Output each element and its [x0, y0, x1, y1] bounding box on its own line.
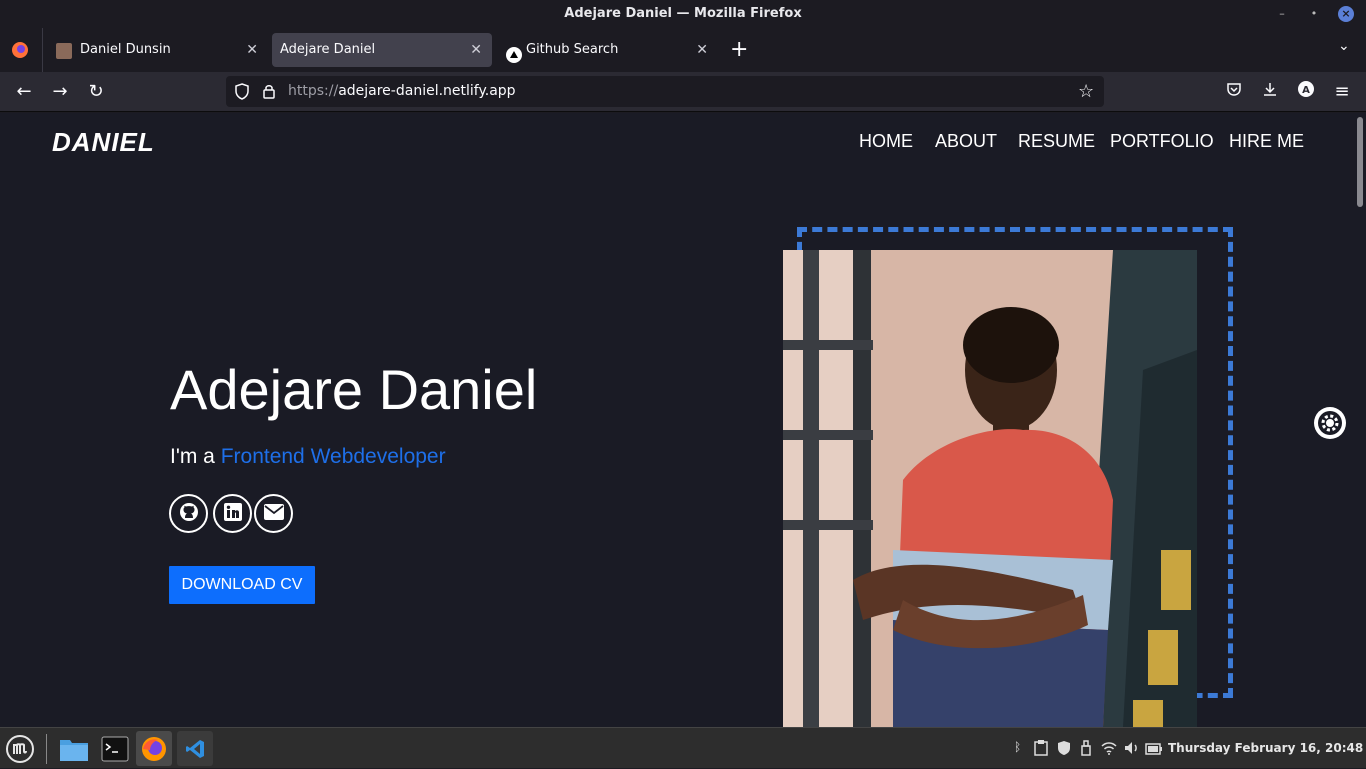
new-tab-plus-icon[interactable]: + — [730, 38, 748, 62]
update-shield-icon[interactable] — [1057, 740, 1073, 756]
lock-icon[interactable] — [262, 83, 276, 104]
hero-intro: I'm a — [170, 445, 221, 468]
list-all-tabs-chevron-icon[interactable]: ⌄ — [1338, 38, 1350, 54]
email-link[interactable] — [254, 494, 293, 533]
firefox-view-icon[interactable] — [10, 40, 30, 60]
downloads-icon[interactable] — [1258, 80, 1282, 104]
triangle-favicon-icon — [506, 43, 522, 63]
nav-portfolio[interactable]: PORTFOLIO — [1110, 131, 1214, 152]
pocket-icon[interactable] — [1222, 80, 1246, 104]
scrollbar-thumb[interactable] — [1357, 117, 1363, 207]
page-scrollbar[interactable] — [1354, 113, 1366, 727]
bluetooth-icon[interactable]: ᛒ — [1014, 740, 1030, 756]
profile-photo — [783, 250, 1197, 727]
tab-adejare-daniel[interactable]: Adejare Daniel ✕ — [272, 33, 492, 67]
volume-icon[interactable] — [1124, 740, 1140, 756]
wifi-icon[interactable] — [1101, 740, 1117, 756]
close-window-button[interactable]: × — [1338, 6, 1354, 22]
tab-label: Github Search — [526, 42, 619, 57]
back-arrow-icon[interactable]: ← — [12, 80, 36, 104]
hero-name: Adejare Daniel — [170, 358, 538, 421]
hamburger-menu-icon[interactable]: ≡ — [1330, 80, 1354, 104]
url-bar[interactable]: https://adejare-daniel.netlify.app ☆ — [226, 76, 1104, 107]
download-cv-button[interactable]: DOWNLOAD CV — [169, 566, 315, 604]
close-tab-icon[interactable]: ✕ — [246, 33, 258, 67]
navigation-toolbar: ← → ↻ https://adejare-daniel.netlify.app… — [0, 72, 1366, 112]
nav-hire-me[interactable]: HIRE ME — [1229, 131, 1304, 152]
linkedin-icon — [223, 502, 242, 525]
url-host: adejare-daniel.netlify.app — [338, 83, 516, 99]
nav-home[interactable]: HOME — [859, 131, 913, 152]
reload-icon[interactable]: ↻ — [84, 80, 108, 104]
minimize-button[interactable]: – — [1274, 6, 1290, 22]
window-title: Adejare Daniel — Mozilla Firefox — [564, 6, 802, 21]
tab-strip: Daniel Dunsin ✕ Adejare Daniel ✕ Github … — [0, 28, 1366, 72]
vscode-icon[interactable] — [177, 731, 213, 766]
tab-daniel-dunsin[interactable]: Daniel Dunsin ✕ — [46, 33, 268, 67]
tab-github-search[interactable]: Github Search ✕ — [496, 33, 718, 67]
shield-icon[interactable] — [234, 83, 250, 104]
close-tab-icon[interactable]: ✕ — [696, 33, 708, 67]
forward-arrow-icon[interactable]: → — [48, 80, 72, 104]
close-tab-icon[interactable]: ✕ — [470, 33, 482, 67]
window-titlebar: Adejare Daniel — Mozilla Firefox — [0, 0, 1366, 28]
nav-resume[interactable]: RESUME — [1018, 131, 1095, 152]
avatar-favicon-icon — [56, 43, 72, 59]
mint-menu-icon[interactable] — [2, 731, 38, 766]
clipboard-icon[interactable] — [1034, 740, 1050, 756]
account-avatar-icon[interactable]: A — [1294, 80, 1318, 104]
theme-toggle-gear-icon[interactable] — [1314, 407, 1346, 439]
hero-subtitle: I'm a Frontend Webdeveloper — [170, 445, 446, 469]
linkedin-link[interactable] — [213, 494, 252, 533]
battery-icon[interactable] — [1145, 740, 1162, 756]
taskbar-clock[interactable]: Thursday February 16, 20:48 — [1168, 728, 1363, 769]
files-folder-icon[interactable] — [56, 731, 92, 766]
terminal-icon[interactable] — [97, 731, 133, 766]
nav-about[interactable]: ABOUT — [935, 131, 997, 152]
github-icon — [179, 502, 199, 526]
firefox-taskbar-icon[interactable] — [136, 731, 172, 766]
envelope-icon — [263, 503, 284, 524]
maximize-button[interactable]: • — [1306, 6, 1322, 22]
github-link[interactable] — [169, 494, 208, 533]
taskbar: ᛒ Thursday February 16, 20:48 — [0, 727, 1366, 768]
webpage: DANIEL HOME ABOUT RESUME PORTFOLIO HIRE … — [0, 113, 1354, 727]
usb-drive-icon[interactable] — [1080, 740, 1096, 756]
bookmark-star-icon[interactable]: ☆ — [1078, 81, 1094, 102]
tab-label: Adejare Daniel — [280, 42, 376, 57]
svg-text:A: A — [1302, 85, 1310, 96]
hero-role: Frontend Webdeveloper — [220, 445, 446, 468]
site-logo[interactable]: DANIEL — [52, 127, 155, 158]
url-text[interactable]: https://adejare-daniel.netlify.app — [288, 76, 516, 107]
tab-label: Daniel Dunsin — [80, 42, 171, 57]
url-scheme: https:// — [288, 83, 339, 99]
